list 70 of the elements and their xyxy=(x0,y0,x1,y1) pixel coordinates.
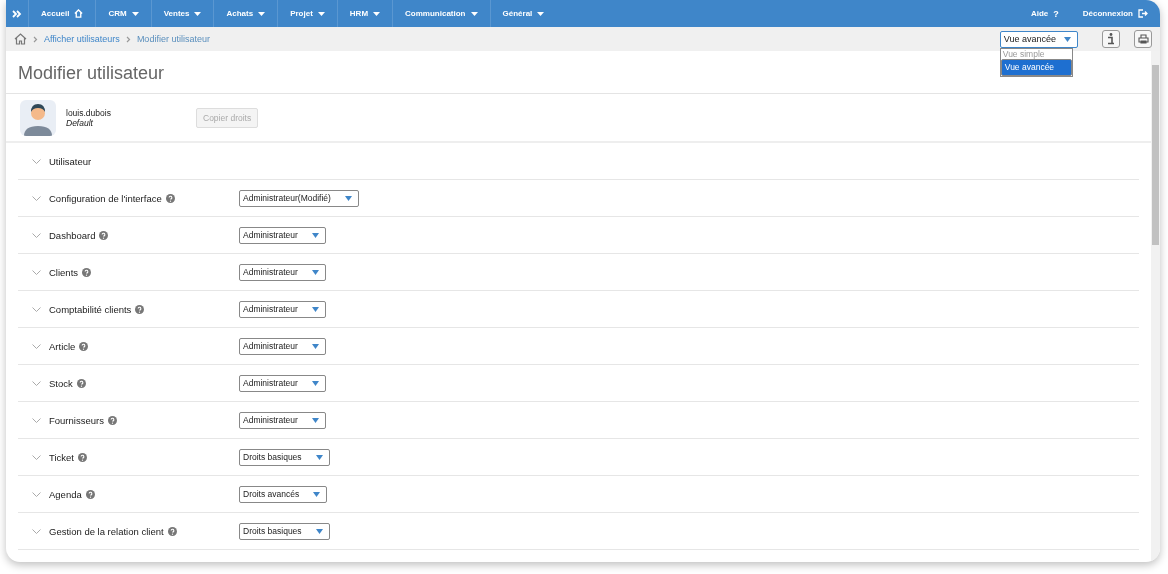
section-label: Stock xyxy=(49,377,73,389)
caret-icon xyxy=(311,269,319,275)
caret-icon xyxy=(131,11,139,16)
chevron-icon[interactable] xyxy=(32,491,41,497)
rights-select[interactable]: Administrateur xyxy=(239,374,326,392)
help-link[interactable]: Aide ? xyxy=(1018,0,1071,27)
rights-select[interactable]: Administrateur xyxy=(239,263,326,281)
view-select[interactable]: Vue avancée xyxy=(999,30,1078,48)
chevron-icon[interactable] xyxy=(32,417,41,423)
dropdown-option[interactable]: Vue avancée xyxy=(1000,58,1072,76)
chevron-icon[interactable] xyxy=(32,343,41,349)
rights-select[interactable]: Droits avancés xyxy=(239,485,328,503)
breadcrumb-link[interactable]: Modifier utilisateur xyxy=(136,34,210,44)
caret-icon xyxy=(470,11,478,16)
caret-icon xyxy=(317,11,325,16)
logout-link[interactable]: Déconnexion xyxy=(1070,0,1160,27)
info-icon xyxy=(1107,33,1115,45)
rights-select[interactable]: Administrateur xyxy=(239,411,326,429)
section-label: Ticket xyxy=(49,451,74,463)
chevron-icon[interactable] xyxy=(32,306,41,312)
caret-icon xyxy=(258,11,266,16)
section-label: Utilisateur xyxy=(49,155,92,167)
chevron-icon[interactable] xyxy=(32,454,41,460)
section-label: Clients xyxy=(49,266,79,278)
chevron-icon[interactable] xyxy=(32,195,41,201)
rights-select[interactable]: Administrateur xyxy=(239,300,326,318)
info-button[interactable] xyxy=(1102,30,1120,48)
chevron-icon[interactable] xyxy=(32,269,41,275)
rights-select[interactable]: Administrateur(Modifié) xyxy=(239,189,359,207)
section-label: Comptabilité clients xyxy=(49,303,132,315)
breadcrumb-link[interactable]: Afficher utilisateurs xyxy=(44,34,120,44)
caret-icon xyxy=(311,232,319,238)
chevron-icon[interactable] xyxy=(32,528,41,534)
section-label: Fournisseurs xyxy=(49,414,104,426)
rights-select[interactable]: Administrateur xyxy=(239,337,326,355)
caret-icon xyxy=(311,343,319,349)
section-label: Article xyxy=(49,340,76,352)
caret-icon xyxy=(311,380,319,386)
avatar-silhouette xyxy=(20,99,56,136)
section-label: Agenda xyxy=(49,488,82,500)
caret-icon xyxy=(537,11,545,16)
caret-icon xyxy=(315,454,323,460)
rights-select[interactable]: Administrateur xyxy=(239,226,326,244)
caret-icon xyxy=(313,491,321,497)
user-profile: Default xyxy=(66,117,94,128)
caret-icon xyxy=(311,417,319,423)
caret-icon xyxy=(344,195,352,201)
dropdown-option[interactable]: Vue simple xyxy=(1000,48,1072,59)
section-label: Gestion de la relation client xyxy=(49,525,164,537)
home-icon xyxy=(74,9,84,18)
chevron-icon xyxy=(125,35,131,43)
user-login: louis.dubois xyxy=(66,107,112,118)
chevron-icon[interactable] xyxy=(32,380,41,386)
caret-icon xyxy=(315,528,323,534)
rights-select[interactable]: Droits basiques xyxy=(239,522,330,540)
section-label: Dashboard xyxy=(49,229,96,241)
chevron-icon[interactable] xyxy=(32,158,41,164)
caret-icon xyxy=(311,306,319,312)
chevron-icon[interactable] xyxy=(32,232,41,238)
printer-icon xyxy=(1137,34,1149,44)
section-label: Configuration de l'interface xyxy=(49,192,162,204)
scrollbar[interactable] xyxy=(1151,51,1160,562)
chevron-icon xyxy=(33,35,38,43)
print-button[interactable] xyxy=(1134,30,1152,48)
home-icon[interactable] xyxy=(14,33,27,45)
logout-icon xyxy=(1138,9,1148,18)
caret-icon xyxy=(373,11,381,16)
rights-select[interactable]: Droits basiques xyxy=(239,448,330,466)
caret-icon xyxy=(1064,36,1071,42)
caret-icon xyxy=(194,11,202,16)
